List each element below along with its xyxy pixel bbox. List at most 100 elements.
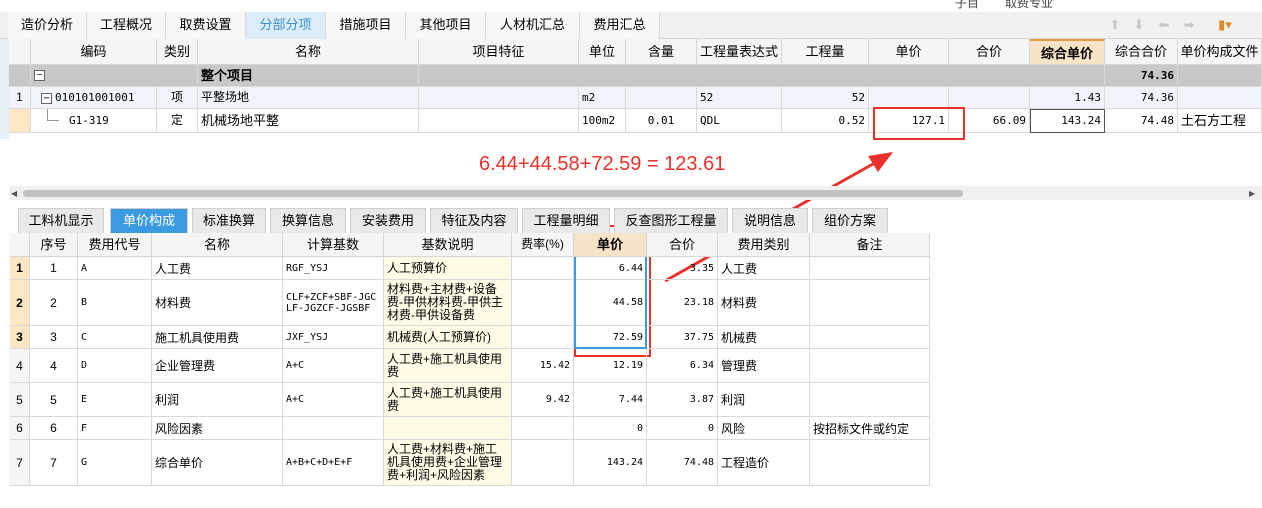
lower-desc[interactable]: 人工预算价: [384, 257, 512, 280]
lower-rate[interactable]: [512, 280, 574, 326]
tab-labor-material-display[interactable]: 工料机显示: [18, 208, 104, 233]
lower-category[interactable]: 机械费: [718, 326, 810, 349]
lower-code[interactable]: G: [78, 440, 152, 486]
lower-header-desc[interactable]: 基数说明: [384, 233, 512, 257]
lower-seq-text: 2: [50, 295, 57, 310]
lower-total[interactable]: 3.87: [647, 383, 718, 417]
lower-total-text: 3.87: [689, 394, 714, 405]
lower-header-name[interactable]: 名称: [152, 233, 283, 257]
lower-note[interactable]: [810, 383, 930, 417]
lower-total[interactable]: 0: [647, 417, 718, 440]
lower-header-total[interactable]: 合价: [647, 233, 718, 257]
lower-name[interactable]: 施工机具使用费: [152, 326, 283, 349]
lower-base[interactable]: A+C: [283, 349, 384, 383]
lower-price[interactable]: 0: [574, 417, 647, 440]
lower-base[interactable]: JXF_YSJ: [283, 326, 384, 349]
lower-name[interactable]: 风险因素: [152, 417, 283, 440]
tab-standard-conversion[interactable]: 标准换算: [192, 208, 266, 233]
lower-header-note[interactable]: 备注: [810, 233, 930, 257]
lower-total[interactable]: 37.75: [647, 326, 718, 349]
lower-base[interactable]: A+C: [283, 383, 384, 417]
lower-category[interactable]: 风险: [718, 417, 810, 440]
lower-rate[interactable]: 15.42: [512, 349, 574, 383]
tab-description-info[interactable]: 说明信息: [732, 208, 808, 233]
lower-price[interactable]: 12.19: [574, 349, 647, 383]
lower-rate[interactable]: [512, 257, 574, 280]
lower-seq[interactable]: 5: [30, 383, 78, 417]
lower-category[interactable]: 管理费: [718, 349, 810, 383]
lower-rate[interactable]: 9.42: [512, 383, 574, 417]
lower-name[interactable]: 利润: [152, 383, 283, 417]
lower-category[interactable]: 人工费: [718, 257, 810, 280]
lower-header-price[interactable]: 单价: [574, 233, 647, 257]
lower-total[interactable]: 3.35: [647, 257, 718, 280]
scrollbar-thumb[interactable]: [23, 190, 963, 197]
lower-header-seq[interactable]: 序号: [30, 233, 78, 257]
lower-code[interactable]: C: [78, 326, 152, 349]
lower-base[interactable]: CLF+ZCF+SBF-JGCLF-JGZCF-JGSBF: [283, 280, 384, 326]
lower-code[interactable]: F: [78, 417, 152, 440]
lower-code[interactable]: E: [78, 383, 152, 417]
tab-install-fee[interactable]: 安装费用: [350, 208, 426, 233]
lower-total[interactable]: 23.18: [647, 280, 718, 326]
tab-unit-price-composition[interactable]: 单价构成: [110, 208, 188, 233]
lower-seq[interactable]: 4: [30, 349, 78, 383]
lower-name[interactable]: 综合单价: [152, 440, 283, 486]
lower-note[interactable]: [810, 257, 930, 280]
lower-header-base[interactable]: 计算基数: [283, 233, 384, 257]
lower-seq[interactable]: 2: [30, 280, 78, 326]
scroll-left-icon[interactable]: ◀: [11, 189, 17, 198]
lower-desc[interactable]: 机械费(人工预算价): [384, 326, 512, 349]
lower-rate[interactable]: [512, 326, 574, 349]
lower-note[interactable]: 按招标文件或约定: [810, 417, 930, 440]
lower-seq[interactable]: 1: [30, 257, 78, 280]
lower-category[interactable]: 材料费: [718, 280, 810, 326]
lower-desc[interactable]: 人工费+施工机具使用费: [384, 349, 512, 383]
tab-pricing-plan[interactable]: 组价方案: [812, 208, 888, 233]
lower-price[interactable]: 44.58: [574, 280, 647, 326]
lower-name[interactable]: 材料费: [152, 280, 283, 326]
tab-features-content[interactable]: 特征及内容: [430, 208, 518, 233]
lower-seq[interactable]: 6: [30, 417, 78, 440]
tab-reverse-graph-qty[interactable]: 反查图形工程量: [614, 208, 728, 233]
tab-conversion-info[interactable]: 换算信息: [270, 208, 346, 233]
lower-code[interactable]: A: [78, 257, 152, 280]
lower-desc[interactable]: 人工费+材料费+施工机具使用费+企业管理费+利润+风险因素: [384, 440, 512, 486]
lower-base[interactable]: A+B+C+D+E+F: [283, 440, 384, 486]
lower-category[interactable]: 利润: [718, 383, 810, 417]
lower-seq[interactable]: 3: [30, 326, 78, 349]
lower-price[interactable]: 6.44: [574, 257, 647, 280]
scroll-right-icon[interactable]: ▶: [1249, 189, 1255, 198]
lower-total[interactable]: 74.48: [647, 440, 718, 486]
lower-seq[interactable]: 7: [30, 440, 78, 486]
lower-desc[interactable]: 人工费+施工机具使用费: [384, 383, 512, 417]
lower-seq-text: 3: [50, 330, 57, 344]
lower-name-text: 施工机具使用费: [155, 330, 240, 345]
lower-desc[interactable]: 材料费+主材费+设备费-甲供材料费-甲供主材费-甲供设备费: [384, 280, 512, 326]
horizontal-scrollbar[interactable]: ◀ ▶: [9, 186, 1262, 200]
lower-base[interactable]: RGF_YSJ: [283, 257, 384, 280]
lower-note[interactable]: [810, 349, 930, 383]
lower-note[interactable]: [810, 280, 930, 326]
lower-price[interactable]: 72.59: [574, 326, 647, 349]
tab-qty-details[interactable]: 工程量明细: [522, 208, 610, 233]
lower-name[interactable]: 人工费: [152, 257, 283, 280]
lower-header-rate[interactable]: 费率(%): [512, 233, 574, 257]
lower-price[interactable]: 143.24: [574, 440, 647, 486]
lower-code[interactable]: B: [78, 280, 152, 326]
lower-note[interactable]: [810, 326, 930, 349]
lower-desc[interactable]: [384, 417, 512, 440]
lower-base-text: A+C: [286, 360, 305, 371]
lower-code[interactable]: D: [78, 349, 152, 383]
lower-note[interactable]: [810, 440, 930, 486]
lower-total[interactable]: 6.34: [647, 349, 718, 383]
lower-rate[interactable]: [512, 417, 574, 440]
lower-code-text: A: [81, 262, 88, 274]
lower-name[interactable]: 企业管理费: [152, 349, 283, 383]
lower-rate[interactable]: [512, 440, 574, 486]
lower-header-category[interactable]: 费用类别: [718, 233, 810, 257]
lower-price[interactable]: 7.44: [574, 383, 647, 417]
lower-header-code[interactable]: 费用代号: [78, 233, 152, 257]
lower-base[interactable]: [283, 417, 384, 440]
lower-category[interactable]: 工程造价: [718, 440, 810, 486]
